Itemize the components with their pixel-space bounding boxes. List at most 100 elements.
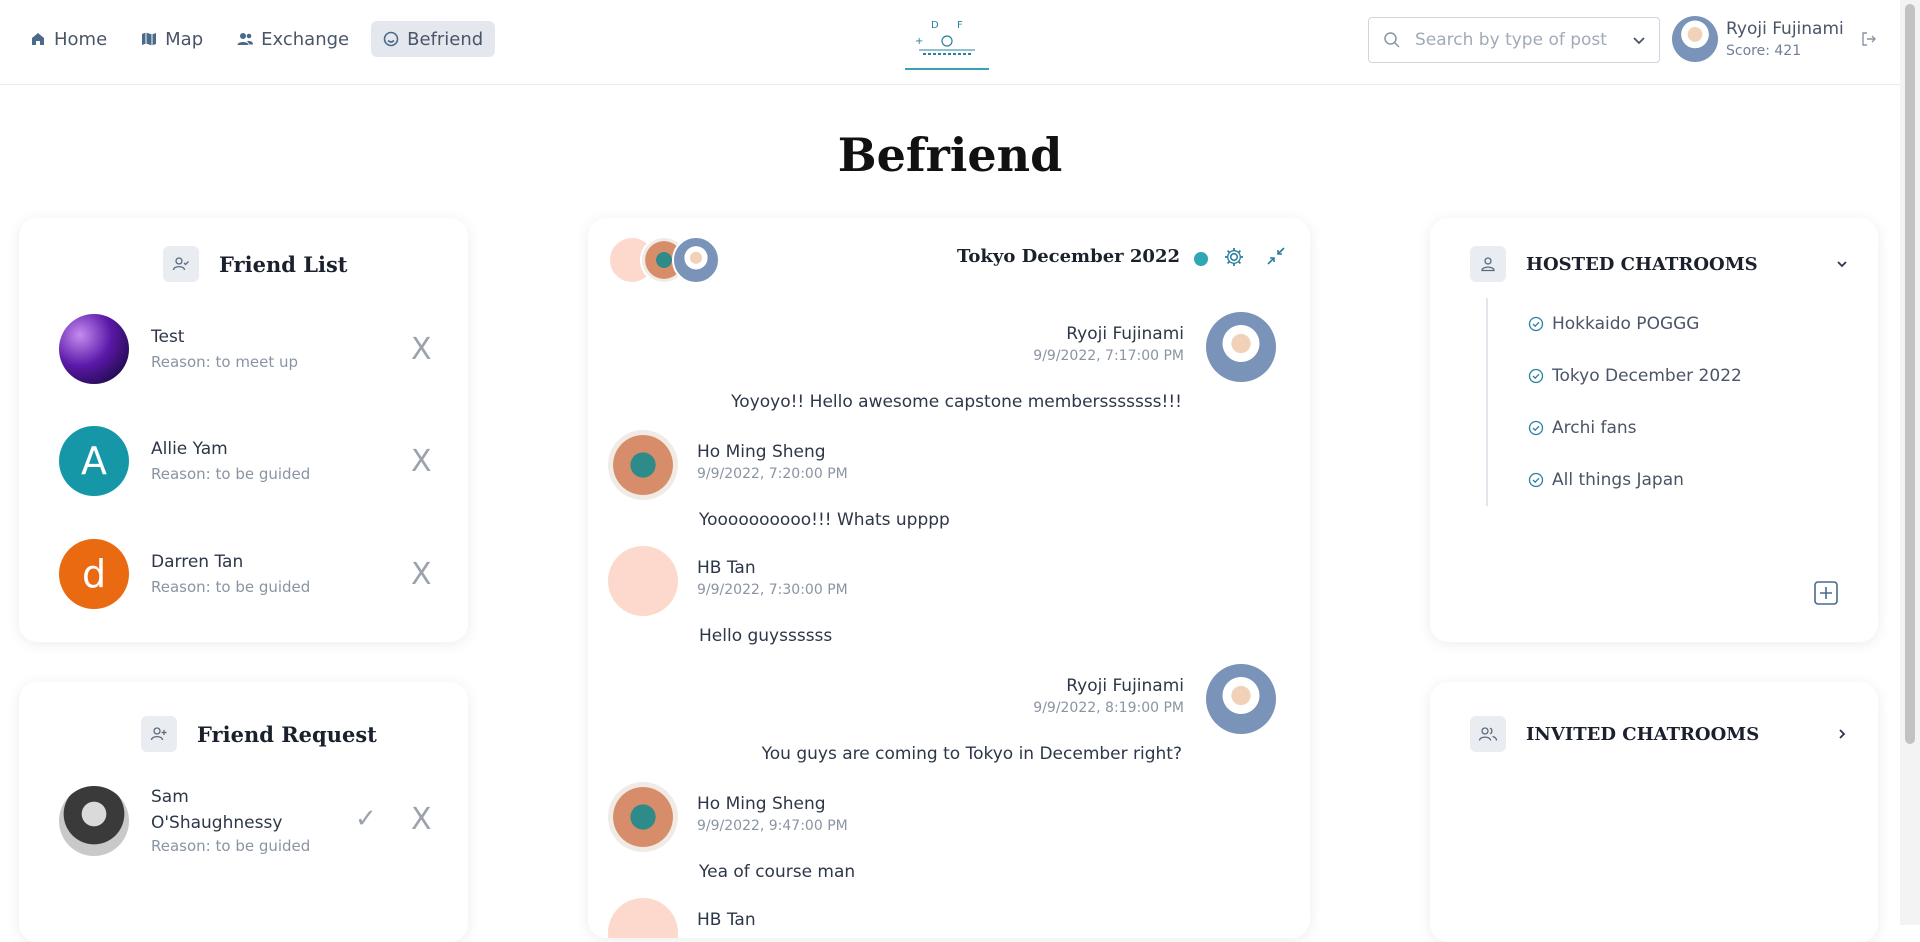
message-meta: Ryoji Fujinami 9/9/2022, 8:19:00 PM	[1033, 676, 1184, 716]
minimize-icon[interactable]	[1266, 246, 1286, 266]
nav-map[interactable]: Map	[129, 21, 215, 57]
room-name: Archi fans	[1552, 418, 1637, 438]
chevron-down-icon[interactable]	[1631, 32, 1647, 48]
requester-reason: Reason: to be guided	[151, 837, 311, 855]
message-time: 9/9/2022, 7:17:00 PM	[1033, 348, 1184, 364]
user-icon	[1481, 257, 1495, 272]
invited-icon-box	[1470, 716, 1506, 752]
chevron-down-icon[interactable]	[1834, 256, 1850, 272]
sender-name: HB Tan	[697, 558, 756, 578]
message-time: 9/9/2022, 7:20:00 PM	[697, 466, 848, 482]
friend-info: Test Reason: to meet up	[151, 327, 381, 371]
home-icon	[32, 33, 44, 45]
svg-text:F: F	[957, 20, 963, 31]
nav-map-label: Map	[165, 28, 204, 50]
page-scrollbar[interactable]	[1900, 0, 1920, 925]
room-name: Hokkaido POGGG	[1552, 314, 1700, 334]
message-text: Yoyoyo!! Hello awesome capstone memberss…	[731, 392, 1182, 412]
message-meta: HB Tan	[697, 910, 756, 930]
message-meta: Ho Ming Sheng 9/9/2022, 9:47:00 PM	[697, 794, 848, 834]
friend-name: Darren Tan	[151, 552, 244, 572]
message-time: 9/9/2022, 9:47:00 PM	[697, 818, 848, 834]
requester-name-line1: Sam	[151, 787, 189, 807]
user-avatar	[1672, 16, 1718, 62]
hosted-room-item[interactable]: All things Japan	[1528, 454, 1742, 506]
accept-request-button[interactable]: ✓	[355, 804, 377, 834]
friend-name: Allie Yam	[151, 439, 228, 459]
search-icon	[1384, 32, 1400, 48]
sender-avatar	[608, 898, 678, 938]
user-check-icon	[172, 257, 189, 271]
user-details: Ryoji Fujinami Score: 421	[1726, 19, 1844, 59]
nav-exchange-label: Exchange	[261, 28, 350, 50]
main-nav: Home Map Exchange Befriend	[18, 21, 496, 57]
nav-home-label: Home	[54, 28, 108, 50]
gear-icon[interactable]	[1223, 246, 1245, 268]
nav-home[interactable]: Home	[18, 21, 119, 57]
search-input[interactable]	[1413, 29, 1617, 51]
search-box[interactable]	[1368, 17, 1660, 63]
friend-avatar	[59, 314, 129, 384]
user-profile[interactable]: Ryoji Fujinami Score: 421	[1672, 16, 1844, 62]
friend-list-title: Friend List	[219, 251, 348, 277]
svg-text:D: D	[931, 20, 939, 31]
logout-icon[interactable]	[1860, 30, 1878, 48]
invited-chatrooms-header[interactable]: INVITED CHATROOMS	[1470, 716, 1850, 752]
users-icon	[237, 33, 254, 45]
online-status-dot	[1194, 252, 1208, 266]
hosted-room-item[interactable]: Tokyo December 2022	[1528, 350, 1742, 402]
check-circle-icon	[1528, 420, 1544, 436]
friend-request-icon-box	[141, 716, 177, 752]
app-logo[interactable]: D F +	[905, 10, 989, 70]
sender-name: Ho Ming Sheng	[697, 794, 826, 814]
requester-info: Sam O'Shaughnessy Reason: to be guided	[151, 787, 321, 855]
nav-befriend[interactable]: Befriend	[371, 21, 496, 57]
chatroom-card: Tokyo December 2022 Ryoji Fujinami 9/9/2…	[588, 218, 1310, 938]
nav-befriend-label: Befriend	[407, 28, 484, 50]
requester-avatar	[59, 786, 129, 856]
chevron-right-icon[interactable]	[1834, 726, 1850, 742]
friend-reason: Reason: to be guided	[151, 465, 311, 483]
member-avatar	[672, 236, 720, 284]
sender-name: Ho Ming Sheng	[697, 442, 826, 462]
friend-info: Darren Tan Reason: to be guided	[151, 552, 381, 596]
sender-avatar	[608, 546, 678, 616]
friend-row: A Allie Yam Reason: to be guided X	[59, 426, 439, 496]
message-meta: Ryoji Fujinami 9/9/2022, 7:17:00 PM	[1033, 324, 1184, 364]
friend-request-card: Friend Request Sam O'Shaughnessy Reason:…	[19, 682, 468, 942]
message-time: 9/9/2022, 7:30:00 PM	[697, 582, 848, 598]
reject-request-button[interactable]: X	[411, 802, 432, 837]
remove-friend-button[interactable]: X	[411, 332, 432, 367]
friend-list-icon-box	[163, 246, 199, 282]
hosted-room-item[interactable]: Archi fans	[1528, 402, 1742, 454]
hosted-chatrooms-header[interactable]: HOSTED CHATROOMS	[1470, 246, 1850, 282]
sender-name: HB Tan	[697, 910, 756, 930]
map-icon	[142, 32, 157, 46]
scrollbar-thumb[interactable]	[1905, 4, 1915, 744]
message-text: You guys are coming to Tokyo in December…	[761, 744, 1182, 764]
svg-text:+: +	[915, 36, 923, 47]
add-chatroom-icon[interactable]	[1813, 580, 1839, 606]
nav-exchange[interactable]: Exchange	[225, 21, 361, 57]
friend-list-card: Friend List Test Reason: to meet up X A …	[19, 218, 468, 642]
hosted-chatrooms-title: HOSTED CHATROOMS	[1526, 253, 1758, 275]
remove-friend-button[interactable]: X	[411, 557, 432, 592]
message-text: Yea of course man	[699, 862, 856, 882]
friend-row: Test Reason: to meet up X	[59, 314, 439, 384]
invited-chatrooms-title: INVITED CHATROOMS	[1526, 723, 1760, 745]
user-plus-icon	[150, 727, 167, 741]
user-name: Ryoji Fujinami	[1726, 19, 1844, 39]
check-circle-icon	[1528, 316, 1544, 332]
friend-request-row: Sam O'Shaughnessy Reason: to be guided ✓…	[59, 786, 439, 856]
sender-name: Ryoji Fujinami	[1066, 324, 1184, 344]
remove-friend-button[interactable]: X	[411, 444, 432, 479]
friend-info: Allie Yam Reason: to be guided	[151, 439, 381, 483]
requester-name-line2: O'Shaughnessy	[151, 813, 283, 833]
sender-avatar	[1206, 664, 1276, 734]
smile-icon	[383, 31, 399, 47]
hosted-chatrooms-card: HOSTED CHATROOMS Hokkaido POGGG Tokyo De…	[1430, 218, 1878, 642]
page-title: Befriend	[837, 128, 1063, 182]
friend-initial: d	[81, 552, 107, 596]
message-meta: HB Tan 9/9/2022, 7:30:00 PM	[697, 558, 848, 598]
hosted-room-item[interactable]: Hokkaido POGGG	[1528, 298, 1742, 350]
